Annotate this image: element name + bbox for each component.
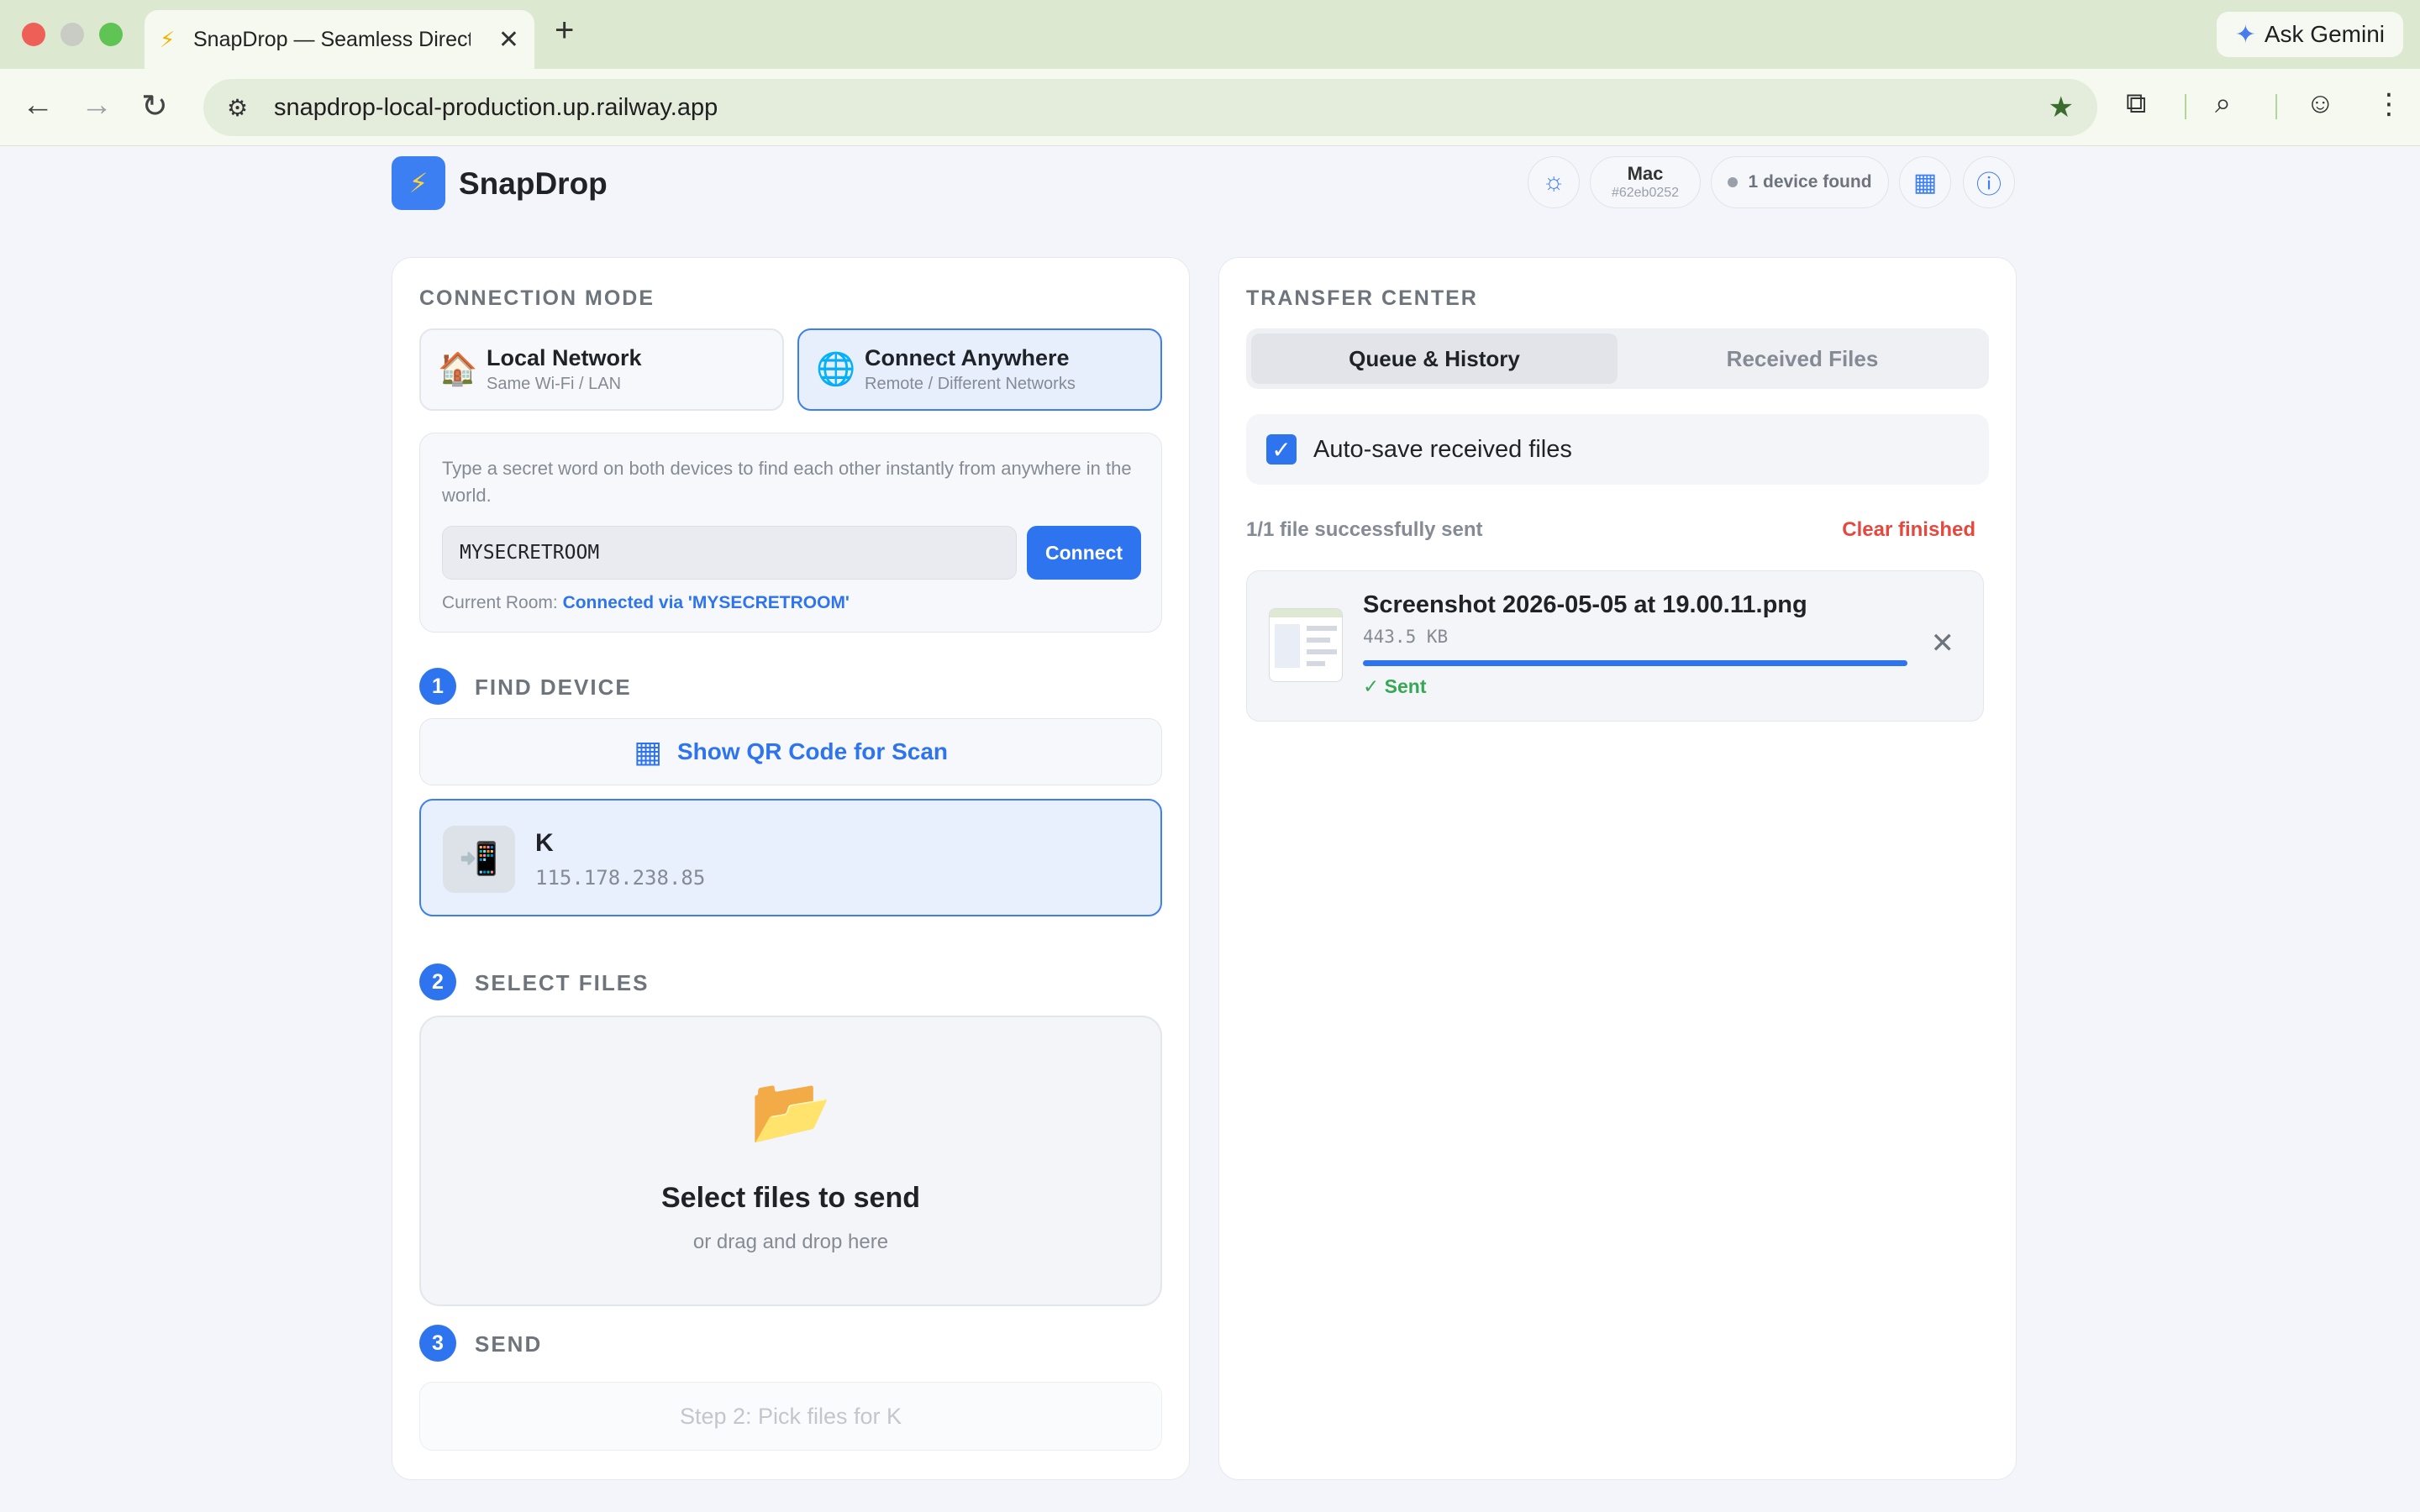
file-size: 443.5 KB bbox=[1363, 627, 1449, 647]
file-name: Screenshot 2026-05-05 at 19.00.11.png bbox=[1363, 591, 1807, 618]
secret-word-input[interactable]: MYSECRETROOM bbox=[442, 526, 1017, 580]
tab-received-files[interactable]: Received Files bbox=[1619, 333, 1986, 384]
clear-finished-button[interactable]: Clear finished bbox=[1842, 518, 1975, 542]
transfer-progress-fill bbox=[1363, 660, 1907, 666]
mode-subtitle: Same Wi-Fi / LAN bbox=[487, 375, 622, 393]
my-device-id: #62eb0252 bbox=[1611, 186, 1680, 200]
step-3-number: 3 bbox=[419, 1325, 456, 1362]
qr-code-button[interactable]: ▦ bbox=[1899, 156, 1951, 208]
reload-icon[interactable]: ↻ bbox=[141, 87, 168, 125]
room-status-prefix: Current Room: bbox=[442, 593, 558, 612]
app-logo-icon: ⚡ bbox=[392, 156, 445, 210]
url-text: snapdrop-local-production.up.railway.app bbox=[274, 93, 718, 121]
app-title: SnapDrop bbox=[459, 166, 608, 201]
toolbar-divider bbox=[2275, 94, 2277, 119]
connect-anywhere-mode-button[interactable]: 🌐 Connect Anywhere Remote / Different Ne… bbox=[797, 328, 1162, 411]
devices-found-text: 1 device found bbox=[1748, 172, 1872, 192]
connection-mode-title: CONNECTION MODE bbox=[419, 286, 655, 310]
browser-menu-icon[interactable]: ⋮ bbox=[2375, 87, 2403, 121]
mobile-device-icon: 📲 bbox=[443, 826, 515, 893]
mode-title: Connect Anywhere bbox=[865, 345, 1070, 370]
app-header: ⚡ SnapDrop ☼ Mac #62eb0252 1 device foun… bbox=[392, 156, 2017, 210]
secret-room-panel: Type a secret word on both devices to fi… bbox=[419, 433, 1162, 633]
maximize-window-button[interactable] bbox=[99, 23, 123, 46]
step-1-label: FIND DEVICE bbox=[475, 675, 632, 700]
info-button[interactable]: ⓘ bbox=[1963, 156, 2015, 208]
devices-found-badge: 1 device found bbox=[1711, 156, 1889, 208]
profile-avatar-icon[interactable]: ☺ bbox=[2306, 87, 2335, 120]
qr-grid-icon: ▦ bbox=[633, 734, 662, 769]
status-dot bbox=[1728, 177, 1739, 187]
gemini-icon: ✦ bbox=[2234, 20, 2256, 49]
forward-icon[interactable]: → bbox=[81, 87, 113, 123]
file-thumbnail bbox=[1269, 608, 1343, 682]
transfer-progress-bar bbox=[1363, 660, 1907, 666]
site-settings-icon[interactable]: ⚙ bbox=[227, 94, 264, 122]
tab-favicon-icon: ⚡ bbox=[160, 26, 176, 52]
bookmark-star-icon[interactable]: ★ bbox=[2049, 91, 2074, 124]
send-panel: CONNECTION MODE 🏠 Local Network Same Wi-… bbox=[392, 257, 1190, 1480]
step-2-number: 2 bbox=[419, 963, 456, 1000]
transfer-center-title: TRANSFER CENTER bbox=[1246, 286, 1478, 310]
qr-button-label: Show QR Code for Scan bbox=[676, 738, 949, 764]
address-bar[interactable]: ⚙ snapdrop-local-production.up.railway.a… bbox=[203, 79, 2097, 136]
transfer-tabs: Queue & History Received Files bbox=[1246, 328, 1989, 389]
globe-icon: 🌐 bbox=[816, 352, 856, 387]
folder-icon: 📂 bbox=[750, 1074, 832, 1147]
drop-zone-subtitle: or drag and drop here bbox=[692, 1231, 889, 1253]
step-1-number: 1 bbox=[419, 668, 456, 705]
show-qr-code-button[interactable]: ▦ Show QR Code for Scan bbox=[419, 718, 1162, 785]
new-tab-icon[interactable]: + bbox=[555, 12, 574, 50]
ask-gemini-label: Ask Gemini bbox=[2264, 21, 2385, 47]
qr-grid-icon: ▦ bbox=[1912, 168, 1938, 197]
step-3-label: SEND bbox=[475, 1331, 543, 1357]
tab-title: SnapDrop — Seamless Direct bbox=[193, 27, 471, 51]
transfer-summary: 1/1 file successfully sent bbox=[1246, 518, 1483, 541]
close-window-button[interactable] bbox=[22, 23, 45, 46]
browser-tab-bar: ⚡ SnapDrop — Seamless Direct ✕ + ✦ Ask G… bbox=[0, 0, 2420, 69]
ask-gemini-button[interactable]: ✦ Ask Gemini bbox=[2216, 12, 2403, 57]
toolbar-divider bbox=[2185, 94, 2186, 119]
transfer-center-panel: TRANSFER CENTER Queue & History Received… bbox=[1218, 257, 2017, 1480]
transfer-file-item: Screenshot 2026-05-05 at 19.00.11.png 44… bbox=[1246, 570, 1984, 722]
browser-tab[interactable]: ⚡ SnapDrop — Seamless Direct ✕ bbox=[145, 10, 534, 69]
auto-save-row[interactable]: ✓ Auto-save received files bbox=[1246, 414, 1989, 485]
room-status-value: Connected via 'MYSECRETROOM' bbox=[562, 593, 850, 612]
close-tab-icon[interactable]: ✕ bbox=[498, 25, 519, 55]
theme-toggle-button[interactable]: ☼ bbox=[1528, 156, 1580, 208]
tab-queue-history[interactable]: Queue & History bbox=[1251, 333, 1618, 384]
send-button[interactable]: Step 2: Pick files for K bbox=[419, 1382, 1162, 1451]
remove-file-icon[interactable]: ✕ bbox=[1931, 627, 1955, 660]
current-room-status: Current Room: Connected via 'MYSECRETROO… bbox=[442, 593, 850, 613]
my-device-badge: Mac #62eb0252 bbox=[1590, 156, 1701, 208]
minimize-window-button[interactable] bbox=[60, 23, 84, 46]
house-icon: 🏠 bbox=[438, 352, 478, 387]
file-status: ✓ Sent bbox=[1363, 675, 1427, 697]
auto-save-checkbox[interactable]: ✓ bbox=[1266, 434, 1297, 465]
sun-icon: ☼ bbox=[1542, 168, 1565, 196]
extensions-icon[interactable]: ⧉ bbox=[2126, 87, 2146, 120]
mode-title: Local Network bbox=[487, 345, 642, 370]
info-icon: ⓘ bbox=[1976, 171, 2002, 199]
connect-button[interactable]: Connect bbox=[1027, 526, 1141, 580]
mode-subtitle: Remote / Different Networks bbox=[865, 375, 1076, 393]
device-name: K bbox=[535, 829, 554, 857]
tab-search-icon[interactable]: ⌕ bbox=[2215, 87, 2231, 120]
room-description: Type a secret word on both devices to fi… bbox=[442, 458, 1132, 506]
file-drop-zone[interactable]: 📂 Select files to send or drag and drop … bbox=[419, 1016, 1162, 1306]
device-card-k[interactable]: 📲 K 115.178.238.85 bbox=[419, 799, 1162, 916]
local-network-mode-button[interactable]: 🏠 Local Network Same Wi-Fi / LAN bbox=[419, 328, 784, 411]
device-ip: 115.178.238.85 bbox=[535, 866, 706, 890]
step-2-label: SELECT FILES bbox=[475, 970, 650, 995]
my-device-name: Mac bbox=[1627, 163, 1664, 184]
auto-save-label: Auto-save received files bbox=[1313, 435, 1572, 463]
back-icon[interactable]: ← bbox=[22, 87, 54, 123]
drop-zone-title: Select files to send bbox=[661, 1182, 920, 1214]
